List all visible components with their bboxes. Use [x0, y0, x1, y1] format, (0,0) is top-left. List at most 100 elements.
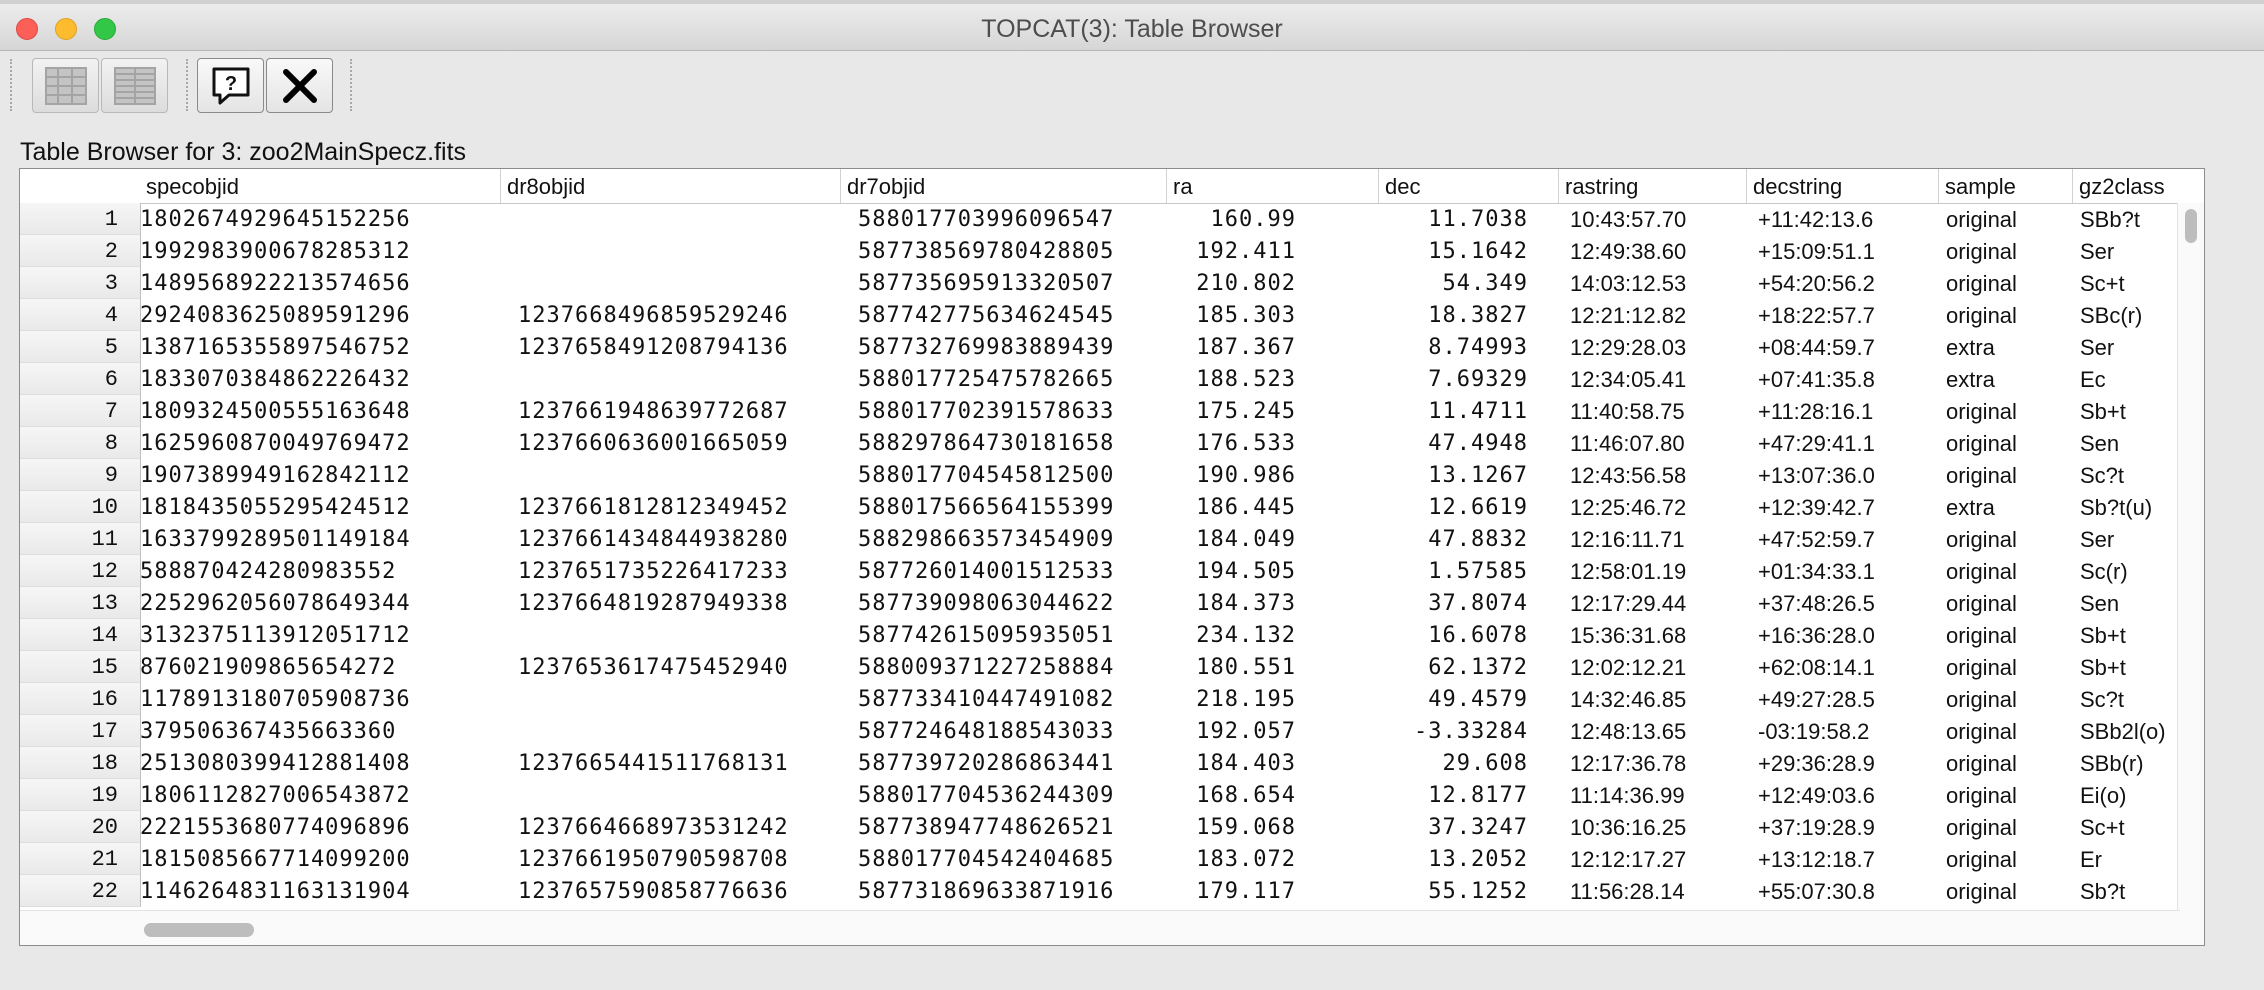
cell-rastring[interactable]: 12:34:05.41 [1570, 363, 1746, 395]
cell-specobjid[interactable]: 2924083625089591296 [140, 299, 410, 331]
cell-dr8objid[interactable] [518, 363, 840, 395]
cell-ra[interactable]: 185.303 [1166, 299, 1296, 331]
cell-specobjid[interactable]: 2221553680774096896 [140, 811, 410, 843]
cell-decstring[interactable]: +18:22:57.7 [1758, 299, 1938, 331]
cell-dec[interactable]: 16.6078 [1378, 619, 1528, 651]
cell-dec[interactable]: 37.3247 [1378, 811, 1528, 843]
cell-decstring[interactable]: +62:08:14.1 [1758, 651, 1938, 683]
table-row[interactable]: 9 1907389949162842112 588017704545812500 19… [20, 459, 2204, 491]
cell-ra[interactable]: 179.117 [1166, 875, 1296, 907]
cell-decstring[interactable]: +54:20:56.2 [1758, 267, 1938, 299]
cell-sample[interactable]: original [1946, 459, 2072, 491]
table-row[interactable]: 10 1818435055295424512 1237661812812349452… [20, 491, 2204, 523]
row-header[interactable]: 14 [20, 619, 141, 651]
table-row[interactable]: 2 1992983900678285312 587738569780428805 19… [20, 235, 2204, 267]
cell-decstring[interactable]: +08:44:59.7 [1758, 331, 1938, 363]
cell-dec[interactable]: 47.8832 [1378, 523, 1528, 555]
cell-decstring[interactable]: +15:09:51.1 [1758, 235, 1938, 267]
table-view-button-1[interactable] [32, 58, 99, 113]
row-header[interactable]: 21 [20, 843, 141, 875]
cell-dr8objid[interactable] [518, 235, 840, 267]
cell-ra[interactable]: 188.523 [1166, 363, 1296, 395]
cell-sample[interactable]: original [1946, 843, 2072, 875]
cell-sample[interactable]: original [1946, 267, 2072, 299]
cell-dr7objid[interactable]: 587739098063044622 [858, 587, 1166, 619]
row-header[interactable]: 6 [20, 363, 141, 395]
table-row[interactable]: 4 2924083625089591296 1237668496859529246 5… [20, 299, 2204, 331]
table-row[interactable]: 6 1833070384862226432 588017725475782665 18… [20, 363, 2204, 395]
cell-dec[interactable]: -3.33284 [1378, 715, 1528, 747]
horizontal-scrollbar[interactable] [20, 910, 2180, 945]
row-header[interactable]: 11 [20, 523, 141, 555]
cell-specobjid[interactable]: 1815085667714099200 [140, 843, 410, 875]
cell-rastring[interactable]: 11:46:07.80 [1570, 427, 1746, 459]
cell-rastring[interactable]: 12:48:13.65 [1570, 715, 1746, 747]
table-row[interactable]: 13 2252962056078649344 1237664819287949338… [20, 587, 2204, 619]
table-row[interactable]: 11 1633799289501149184 1237661434844938280… [20, 523, 2204, 555]
cell-ra[interactable]: 190.986 [1166, 459, 1296, 491]
cell-dec[interactable]: 55.1252 [1378, 875, 1528, 907]
cell-sample[interactable]: extra [1946, 363, 2072, 395]
cell-dec[interactable]: 18.3827 [1378, 299, 1528, 331]
cell-dr7objid[interactable]: 587738947748626521 [858, 811, 1166, 843]
column-header-decstring[interactable]: decstring [1746, 169, 1938, 203]
table-row[interactable]: 21 1815085667714099200 1237661950790598708… [20, 843, 2204, 875]
row-header[interactable]: 1 [20, 203, 141, 235]
cell-ra[interactable]: 186.445 [1166, 491, 1296, 523]
cell-decstring[interactable]: +29:36:28.9 [1758, 747, 1938, 779]
cell-dr8objid[interactable]: 1237661950790598708 [518, 843, 840, 875]
cell-specobjid[interactable]: 1907389949162842112 [140, 459, 410, 491]
cell-dr8objid[interactable]: 1237661948639772687 [518, 395, 840, 427]
row-header[interactable]: 20 [20, 811, 141, 843]
row-header[interactable]: 22 [20, 875, 141, 907]
cell-ra[interactable]: 180.551 [1166, 651, 1296, 683]
cell-rastring[interactable]: 12:21:12.82 [1570, 299, 1746, 331]
cell-dec[interactable]: 29.608 [1378, 747, 1528, 779]
cell-rastring[interactable]: 10:43:57.70 [1570, 203, 1746, 235]
table-view-button-2[interactable] [101, 58, 168, 113]
cell-dr7objid[interactable]: 588017703996096547 [858, 203, 1166, 235]
cell-dr7objid[interactable]: 587731869633871916 [858, 875, 1166, 907]
cell-sample[interactable]: original [1946, 683, 2072, 715]
row-header[interactable]: 15 [20, 651, 141, 683]
cell-sample[interactable]: original [1946, 811, 2072, 843]
cell-sample[interactable]: original [1946, 427, 2072, 459]
cell-sample[interactable]: original [1946, 651, 2072, 683]
cell-dec[interactable]: 47.4948 [1378, 427, 1528, 459]
cell-sample[interactable]: original [1946, 587, 2072, 619]
table-row[interactable]: 20 2221553680774096896 1237664668973531242… [20, 811, 2204, 843]
cell-ra[interactable]: 159.068 [1166, 811, 1296, 843]
cell-decstring[interactable]: +12:39:42.7 [1758, 491, 1938, 523]
table-row[interactable]: 7 1809324500555163648 1237661948639772687 5… [20, 395, 2204, 427]
table-row[interactable]: 1 1802674929645152256 588017703996096547 16… [20, 203, 2204, 235]
cell-rastring[interactable]: 12:43:56.58 [1570, 459, 1746, 491]
row-header[interactable]: 10 [20, 491, 141, 523]
row-header[interactable]: 13 [20, 587, 141, 619]
cell-rastring[interactable]: 11:14:36.99 [1570, 779, 1746, 811]
cell-decstring[interactable]: +11:28:16.1 [1758, 395, 1938, 427]
cell-specobjid[interactable]: 588870424280983552 [140, 555, 395, 587]
column-header-sample[interactable]: sample [1938, 169, 2072, 203]
cell-specobjid[interactable]: 1146264831163131904 [140, 875, 410, 907]
cell-dec[interactable]: 13.1267 [1378, 459, 1528, 491]
cell-dr7objid[interactable]: 588009371227258884 [858, 651, 1166, 683]
table-row[interactable]: 22 1146264831163131904 1237657590858776636… [20, 875, 2204, 907]
cell-dr8objid[interactable]: 1237665441511768131 [518, 747, 840, 779]
cell-rastring[interactable]: 11:56:28.14 [1570, 875, 1746, 907]
cell-sample[interactable]: original [1946, 619, 2072, 651]
cell-rastring[interactable]: 11:40:58.75 [1570, 395, 1746, 427]
cell-specobjid[interactable]: 1833070384862226432 [140, 363, 410, 395]
cell-ra[interactable]: 234.132 [1166, 619, 1296, 651]
cell-dr8objid[interactable] [518, 715, 840, 747]
table-row[interactable]: 17 379506367435663360 587724648188543033 19… [20, 715, 2204, 747]
cell-dec[interactable]: 8.74993 [1378, 331, 1528, 363]
row-header[interactable]: 7 [20, 395, 141, 427]
cell-specobjid[interactable]: 3132375113912051712 [140, 619, 410, 651]
vertical-scrollbar[interactable] [2177, 203, 2204, 945]
cell-decstring[interactable]: +07:41:35.8 [1758, 363, 1938, 395]
cell-dec[interactable]: 12.6619 [1378, 491, 1528, 523]
row-header[interactable]: 12 [20, 555, 141, 587]
cell-dr8objid[interactable]: 1237660636001665059 [518, 427, 840, 459]
cell-dr7objid[interactable]: 587735695913320507 [858, 267, 1166, 299]
cell-dr7objid[interactable]: 587724648188543033 [858, 715, 1166, 747]
